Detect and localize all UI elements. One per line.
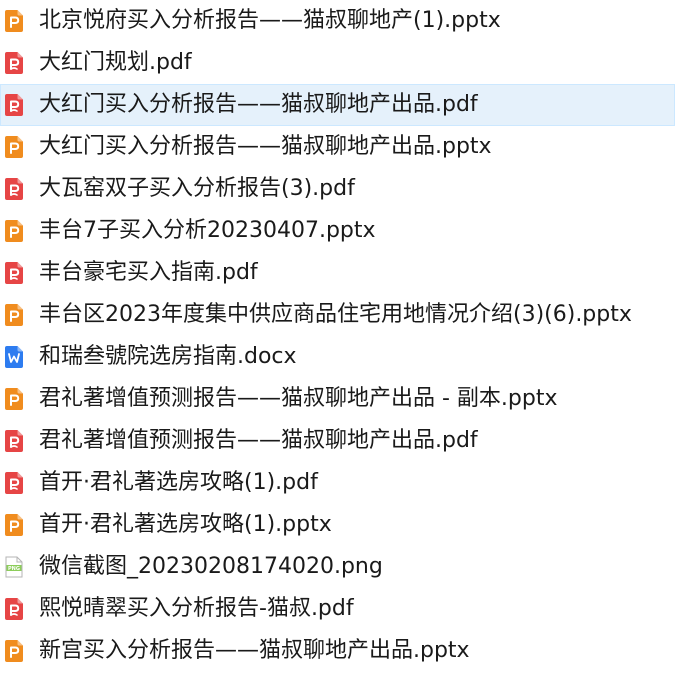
file-row[interactable]: 首开·君礼著选房攻略(1).pdf: [0, 462, 675, 504]
file-row[interactable]: 君礼著增值预测报告——猫叔聊地产出品.pdf: [0, 420, 675, 462]
pdf-file-icon: [5, 178, 23, 200]
file-row[interactable]: 新宫买入分析报告——猫叔聊地产出品.pptx: [0, 630, 675, 672]
pdf-file-icon: [5, 472, 23, 494]
file-row[interactable]: 大瓦窑双子买入分析报告(3).pdf: [0, 168, 675, 210]
file-name: 丰台7子买入分析20230407.pptx: [39, 218, 376, 243]
pdf-file-icon: [5, 52, 23, 74]
powerpoint-file-icon: [5, 388, 23, 410]
file-row[interactable]: 君礼著增值预测报告——猫叔聊地产出品 - 副本.pptx: [0, 378, 675, 420]
file-name: 大红门买入分析报告——猫叔聊地产出品.pdf: [39, 92, 478, 117]
file-name: 新宫买入分析报告——猫叔聊地产出品.pptx: [39, 638, 470, 663]
file-name: 和瑞叁號院选房指南.docx: [39, 344, 297, 369]
image-file-icon: PNG: [5, 556, 23, 578]
file-row[interactable]: 熙悦晴翠买入分析报告-猫叔.pdf: [0, 588, 675, 630]
file-name: 微信截图_20230208174020.png: [39, 554, 383, 579]
file-row[interactable]: 大红门规划.pdf: [0, 42, 675, 84]
powerpoint-file-icon: [5, 304, 23, 326]
file-name: 首开·君礼著选房攻略(1).pdf: [39, 470, 318, 495]
file-row[interactable]: 北京悦府买入分析报告——猫叔聊地产(1).pptx: [0, 0, 675, 42]
word-file-icon: [5, 346, 23, 368]
file-name: 丰台豪宅买入指南.pdf: [39, 260, 258, 285]
pdf-file-icon: [5, 598, 23, 620]
powerpoint-file-icon: [5, 220, 23, 242]
pdf-file-icon: [5, 94, 23, 116]
file-row[interactable]: PNG 微信截图_20230208174020.png: [0, 546, 675, 588]
file-name: 大瓦窑双子买入分析报告(3).pdf: [39, 176, 355, 201]
file-name: 北京悦府买入分析报告——猫叔聊地产(1).pptx: [39, 8, 501, 33]
file-name: 大红门规划.pdf: [39, 50, 192, 75]
file-row[interactable]: 大红门买入分析报告——猫叔聊地产出品.pdf: [0, 84, 675, 126]
powerpoint-file-icon: [5, 514, 23, 536]
file-row[interactable]: 和瑞叁號院选房指南.docx: [0, 336, 675, 378]
file-row[interactable]: 丰台区2023年度集中供应商品住宅用地情况介绍(3)(6).pptx: [0, 294, 675, 336]
file-name: 丰台区2023年度集中供应商品住宅用地情况介绍(3)(6).pptx: [39, 302, 632, 327]
file-row[interactable]: 首开·君礼著选房攻略(1).pptx: [0, 504, 675, 546]
powerpoint-file-icon: [5, 640, 23, 662]
file-name: 大红门买入分析报告——猫叔聊地产出品.pptx: [39, 134, 492, 159]
powerpoint-file-icon: [5, 10, 23, 32]
file-row[interactable]: 丰台7子买入分析20230407.pptx: [0, 210, 675, 252]
file-name: 首开·君礼著选房攻略(1).pptx: [39, 512, 332, 537]
file-name: 君礼著增值预测报告——猫叔聊地产出品.pdf: [39, 428, 478, 453]
file-row[interactable]: 大红门买入分析报告——猫叔聊地产出品.pptx: [0, 126, 675, 168]
powerpoint-file-icon: [5, 136, 23, 158]
file-row[interactable]: 丰台豪宅买入指南.pdf: [0, 252, 675, 294]
svg-text:PNG: PNG: [8, 566, 20, 572]
file-name: 君礼著增值预测报告——猫叔聊地产出品 - 副本.pptx: [39, 386, 558, 411]
pdf-file-icon: [5, 430, 23, 452]
file-name: 熙悦晴翠买入分析报告-猫叔.pdf: [39, 596, 354, 621]
pdf-file-icon: [5, 262, 23, 284]
